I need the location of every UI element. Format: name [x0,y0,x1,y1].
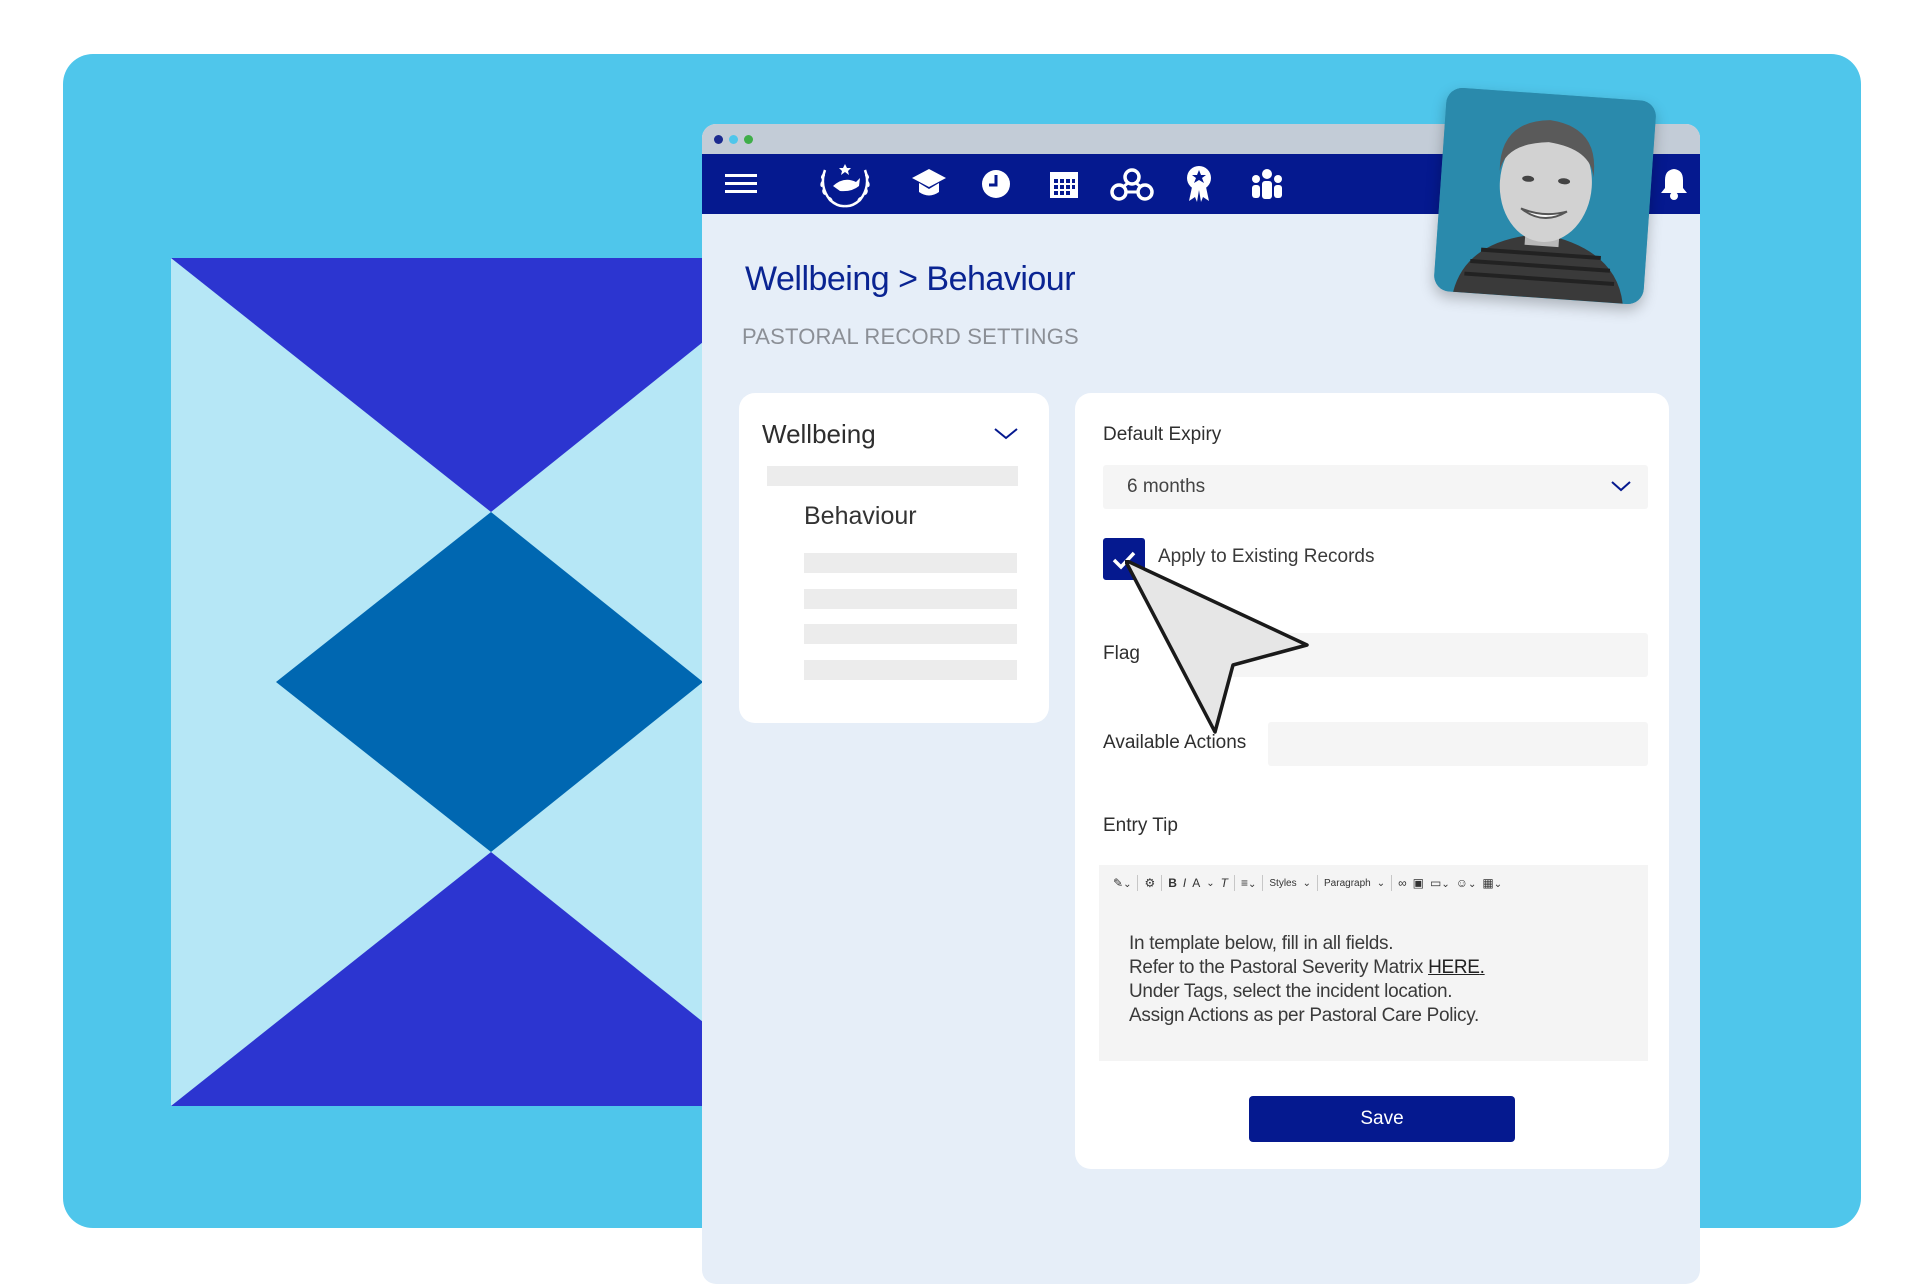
image-icon[interactable]: ▣ [1413,876,1424,890]
chevron-down-icon[interactable]: ⌄ [1206,878,1214,889]
sidebar-placeholder-row [804,553,1017,573]
available-actions-field[interactable] [1268,722,1648,766]
sidebar-placeholder-row [804,624,1017,644]
paragraph-dropdown[interactable]: Paragraph [1324,878,1371,889]
sidebar-item-behaviour[interactable]: Behaviour [804,502,917,531]
entry-tip-line: Under Tags, select the incident location… [1129,981,1453,1002]
sidebar-placeholder-row [804,660,1017,680]
window-dot-maximize[interactable] [744,134,753,144]
format-painter-icon[interactable]: ⚙ [1144,876,1155,890]
chevron-down-icon[interactable]: ⌄ [1377,878,1385,889]
severity-matrix-link[interactable]: HERE [1428,957,1480,978]
chevron-down-icon [1610,479,1632,497]
font-size-button[interactable]: A [1192,876,1200,890]
sidebar-section-wellbeing[interactable]: Wellbeing [762,419,876,450]
notification-bell-icon[interactable] [1657,154,1691,214]
magic-wand-icon[interactable]: ✎⌄ [1113,876,1131,890]
align-icon[interactable]: ≡⌄ [1241,876,1256,890]
italic-button[interactable]: I [1183,876,1186,890]
editor-toolbar: ✎⌄ ⚙ B I A ⌄ T ≡⌄ Styles ⌄ Paragraph ⌄ ∞… [1113,873,1502,893]
link-icon[interactable]: ∞ [1398,876,1407,890]
entry-tip-line: In template below, fill in all fields. [1129,933,1394,954]
media-icon[interactable]: ▭⌄ [1430,876,1450,890]
entry-tip-content[interactable]: In template below, fill in all fields. R… [1129,932,1485,1028]
window-dot-close[interactable] [714,134,723,144]
table-icon[interactable]: ▦⌄ [1482,876,1502,890]
styles-dropdown[interactable]: Styles [1269,878,1296,889]
illustration-stage: Wellbeing > Behaviour PASTORAL RECORD SE… [0,0,1905,1286]
clock-icon[interactable] [978,154,1014,214]
settings-sidebar: Wellbeing Behaviour [739,393,1049,723]
bold-button[interactable]: B [1168,876,1177,890]
menu-icon[interactable] [724,154,758,214]
people-icon[interactable] [1248,154,1286,214]
default-expiry-select[interactable]: 6 months [1103,465,1648,509]
user-avatar[interactable] [1433,86,1657,306]
clear-format-button[interactable]: T [1221,876,1228,890]
award-ribbon-icon[interactable] [1183,154,1215,214]
page-subtitle: PASTORAL RECORD SETTINGS [742,324,1079,349]
sidebar-placeholder-row [767,466,1018,486]
entry-tip-line: Refer to the Pastoral Severity Matrix HE… [1129,957,1485,978]
page-breadcrumb: Wellbeing > Behaviour [745,260,1076,298]
severity-matrix-link-period: . [1479,957,1485,978]
default-expiry-label: Default Expiry [1103,424,1222,445]
entry-tip-line: Assign Actions as per Pastoral Care Poli… [1129,1005,1480,1026]
entry-tip-editor[interactable]: ✎⌄ ⚙ B I A ⌄ T ≡⌄ Styles ⌄ Paragraph ⌄ ∞… [1099,865,1648,1061]
calendar-icon[interactable] [1046,154,1082,214]
graduation-cap-icon[interactable] [909,154,949,214]
settings-form-panel: Default Expiry 6 months Apply to Existin… [1075,393,1669,1169]
user-avatar-photo [1433,86,1657,306]
window-dot-minimize[interactable] [729,134,738,144]
entry-tip-label: Entry Tip [1103,815,1178,836]
emoji-icon[interactable]: ☺⌄ [1456,876,1477,890]
save-button[interactable]: Save [1249,1096,1515,1142]
mouse-cursor-icon [1125,560,1309,734]
school-crest-logo[interactable] [815,154,875,214]
sidebar-placeholder-row [804,589,1017,609]
default-expiry-value: 6 months [1127,476,1206,497]
network-icon[interactable] [1108,154,1156,214]
chevron-down-icon[interactable] [993,427,1019,446]
chevron-down-icon[interactable]: ⌄ [1303,878,1311,889]
geometric-pattern [171,258,703,1106]
